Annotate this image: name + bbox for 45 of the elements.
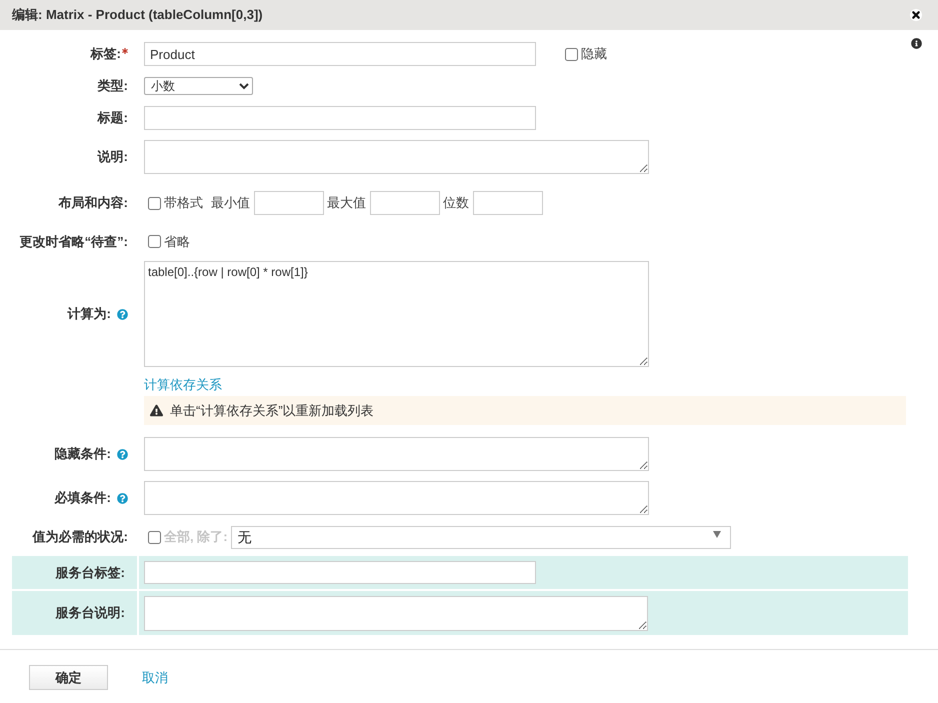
checkbox[interactable]	[148, 235, 161, 248]
type-select[interactable]: 小数	[144, 77, 253, 95]
caret-icon	[712, 530, 721, 538]
number-field[interactable]	[370, 191, 440, 215]
text-field[interactable]	[144, 561, 536, 584]
info-icon[interactable]	[911, 38, 922, 49]
field-label: 计算为:	[68, 305, 111, 323]
text-area[interactable]	[144, 437, 649, 471]
field-label: 说明:	[98, 148, 128, 166]
field-label: 服务台标签:	[12, 556, 137, 589]
checkbox[interactable]	[565, 48, 578, 60]
field-label: 服务台说明:	[12, 591, 137, 635]
field-label: 类型:	[98, 77, 128, 95]
close-icon[interactable]	[910, 9, 922, 21]
text-field[interactable]: Product	[144, 42, 536, 66]
field-label: 值为必需的状况:	[32, 528, 128, 546]
checkbox-label: 省略	[164, 232, 190, 250]
confirm-button[interactable]: 确定	[29, 665, 108, 690]
text-area[interactable]	[144, 140, 649, 174]
notice-text: 单击“计算依存关系”以重新加载列表	[170, 402, 374, 420]
field-label: 必填条件:	[54, 489, 111, 507]
help-icon[interactable]	[117, 308, 128, 320]
input-label: 位数	[443, 194, 469, 212]
number-field[interactable]	[254, 191, 324, 215]
field-label: 标题:	[98, 109, 128, 127]
text-area[interactable]	[144, 481, 649, 515]
field-label: 隐藏条件:	[54, 445, 111, 463]
text-field[interactable]	[144, 106, 536, 130]
input-label: 最大值	[327, 194, 366, 212]
help-icon[interactable]	[117, 492, 128, 504]
field-label: 更改时省略“待查”:	[20, 232, 128, 250]
input-label: 最小值	[211, 194, 250, 212]
checkbox-label: 全部, 除了:	[164, 528, 228, 546]
warning-icon	[150, 404, 163, 417]
help-icon[interactable]	[117, 448, 128, 460]
checkbox[interactable]	[148, 196, 161, 210]
formula-text-area[interactable]: table[0]..{row | row[0] * row[1]}	[144, 261, 649, 367]
field-label: 布局和内容:	[58, 194, 128, 212]
checkbox-label: 隐藏	[581, 45, 607, 63]
dialog-title: 编辑: Matrix - Product (tableColumn[0,3])	[12, 6, 263, 24]
text-area[interactable]	[144, 596, 648, 631]
number-field[interactable]	[473, 191, 543, 215]
field-label: 标签:	[90, 45, 121, 63]
dropdown-field[interactable]: 无	[230, 526, 731, 548]
checkbox-label: 带格式	[164, 194, 203, 212]
